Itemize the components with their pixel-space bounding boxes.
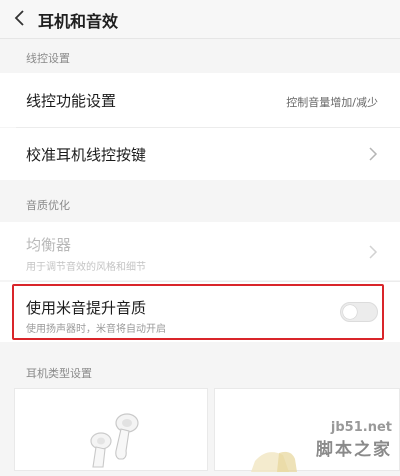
equalizer-row[interactable]: 均衡器 用于调节音效的风格和细节 (0, 222, 400, 280)
section-header-label: 线控设置 (26, 52, 70, 65)
section-header-earphone-type: 耳机类型设置 (0, 354, 400, 388)
equalizer-description: 用于调节音效的风格和细节 (26, 262, 146, 273)
chevron-right-icon (369, 245, 378, 259)
page-title: 耳机和音效 (38, 12, 119, 31)
wire-function-setting-value: 控制音量增加/减少 (286, 96, 378, 109)
chevron-left-icon (14, 10, 24, 26)
earphone-icon (90, 413, 139, 468)
calibrate-buttons-label: 校准耳机线控按键 (26, 146, 147, 164)
wire-function-setting-row[interactable]: 线控功能设置 控制音量增加/减少 (0, 73, 400, 127)
toggle-knob (343, 305, 357, 319)
section-header-label: 音质优化 (26, 199, 70, 212)
back-button[interactable] (10, 6, 30, 30)
mi-sound-toggle[interactable] (340, 302, 378, 322)
wire-function-setting-label: 线控功能设置 (26, 92, 117, 110)
watermark: jb51.net 脚本之家 (316, 420, 392, 460)
section-header-sound-optimization: 音质优化 (0, 186, 400, 220)
top-bar: 耳机和音效 (0, 0, 400, 39)
mi-sound-row: 使用米音提升音质 使用扬声器时，米音将自动开启 (0, 282, 400, 342)
section-header-label: 耳机类型设置 (26, 367, 92, 380)
mi-sound-label: 使用米音提升音质 (26, 299, 147, 317)
watermark-text: 脚本之家 (316, 440, 392, 460)
equalizer-label: 均衡器 (26, 236, 72, 254)
mi-sound-description: 使用扬声器时，米音将自动开启 (26, 324, 166, 335)
chevron-right-icon (369, 147, 378, 161)
watermark-url: jb51.net (330, 420, 392, 435)
earphone-card[interactable] (14, 388, 208, 471)
calibrate-buttons-row[interactable]: 校准耳机线控按键 (0, 128, 400, 180)
section-header-wire-control: 线控设置 (0, 39, 400, 73)
